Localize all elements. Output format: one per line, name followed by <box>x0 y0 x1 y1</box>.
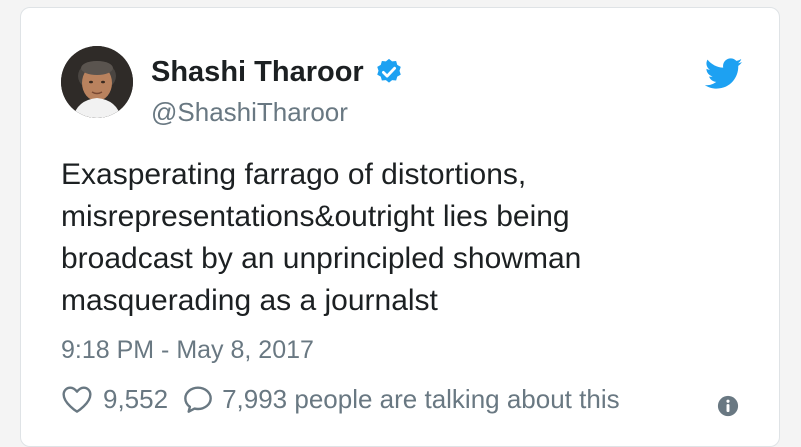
avatar[interactable] <box>61 46 133 118</box>
verified-badge-icon <box>376 58 401 83</box>
tweet-actions: 9,552 7,993 people are talking about thi… <box>61 383 620 415</box>
tweet-text-line: broadcast by an unprincipled showman <box>61 242 582 275</box>
tweet-text-line: masquerading as a journalst <box>61 284 438 317</box>
author-name[interactable]: Shashi Tharoor <box>151 55 364 89</box>
twitter-bird-icon[interactable] <box>705 58 743 90</box>
tweet-text: Exasperating farrago of distortions, mis… <box>61 154 721 322</box>
talking-about-link[interactable]: 7,993 people are talking about this <box>222 383 620 415</box>
avatar-image <box>61 46 133 118</box>
like-count[interactable]: 9,552 <box>103 383 168 415</box>
info-icon[interactable] <box>717 395 739 417</box>
tweet-timestamp[interactable]: 9:18 PM - May 8, 2017 <box>61 334 314 366</box>
tweet-text-line: Exasperating farrago of distortions, <box>61 158 527 191</box>
tweet-text-line: misrepresentations&outright lies being <box>61 200 570 233</box>
tweet-card[interactable]: Shashi Tharoor @ShashiTharoor Exasperati… <box>20 7 780 447</box>
author-handle[interactable]: @ShashiTharoor <box>151 96 348 128</box>
speech-bubble-icon[interactable] <box>182 384 214 414</box>
heart-icon[interactable] <box>61 384 93 414</box>
author-row: Shashi Tharoor <box>151 55 404 89</box>
